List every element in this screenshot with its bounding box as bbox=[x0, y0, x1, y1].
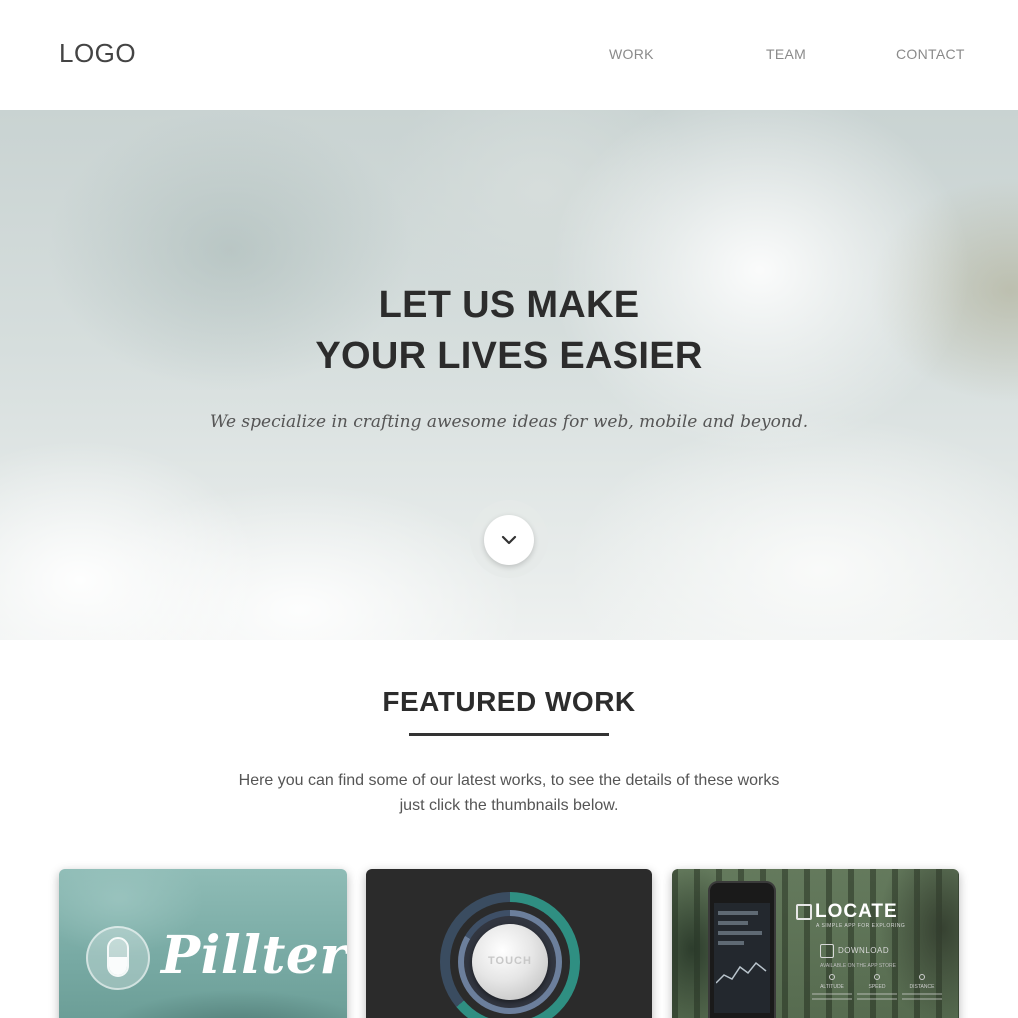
locate-feature: SPEED bbox=[857, 974, 897, 1000]
work-thumbnail-locate[interactable]: LOCATE A SIMPLE APP FOR EXPLORING DOWNLO… bbox=[672, 869, 959, 1018]
work-title-pillter: Pillter bbox=[161, 925, 347, 986]
hero-subtitle: We specialize in crafting awesome ideas … bbox=[209, 412, 809, 432]
featured-work-description: Here you can find some of our latest wor… bbox=[229, 768, 789, 818]
hero-title-line1: LET US MAKE bbox=[378, 284, 640, 326]
featured-description-line1: Here you can find some of our latest wor… bbox=[238, 772, 780, 789]
site-header: LOGO WORK TEAM CONTACT bbox=[0, 0, 1018, 110]
locate-feature-label: DISTANCE bbox=[909, 984, 935, 990]
locate-logo-icon bbox=[796, 904, 812, 920]
nav-link-team[interactable]: TEAM bbox=[766, 46, 806, 62]
locate-download-label: DOWNLOAD bbox=[838, 946, 890, 955]
featured-work-title: FEATURED WORK bbox=[382, 686, 636, 717]
locate-feature-label: SPEED bbox=[868, 984, 886, 990]
logo[interactable]: LOGO bbox=[59, 38, 136, 69]
locate-feature: DISTANCE bbox=[902, 974, 942, 1000]
work-title-locate: LOCATE bbox=[815, 901, 898, 922]
hero-title: LET US MAKE YOUR LIVES EASIER bbox=[0, 280, 1018, 382]
featured-work-underline bbox=[409, 733, 609, 736]
download-icon bbox=[820, 944, 834, 958]
locate-tagline: A SIMPLE APP FOR EXPLORING bbox=[816, 923, 906, 929]
featured-description-line2: just click the thumbnails below. bbox=[399, 797, 619, 814]
phone-chart-icon bbox=[716, 961, 767, 984]
work-thumbnail-touch[interactable]: TOUCH bbox=[366, 869, 652, 1018]
locate-feature: ALTITUDE bbox=[812, 974, 852, 1000]
locate-feature-label: ALTITUDE bbox=[820, 984, 844, 990]
nav-link-work[interactable]: WORK bbox=[609, 46, 654, 62]
work-title-touch: TOUCH bbox=[488, 955, 532, 967]
nav-link-contact[interactable]: CONTACT bbox=[896, 46, 965, 62]
pill-icon bbox=[107, 937, 129, 977]
locate-download-sub: AVAILABLE ON THE APP STORE bbox=[820, 963, 896, 969]
hero-title-line2: YOUR LIVES EASIER bbox=[315, 335, 703, 377]
scroll-down-button[interactable] bbox=[484, 515, 534, 565]
chevron-down-icon bbox=[501, 535, 517, 545]
hero-section: LET US MAKE YOUR LIVES EASIER We special… bbox=[0, 110, 1018, 640]
phone-screen bbox=[714, 903, 770, 1013]
work-thumbnail-pillter[interactable]: Pillter bbox=[59, 869, 347, 1018]
